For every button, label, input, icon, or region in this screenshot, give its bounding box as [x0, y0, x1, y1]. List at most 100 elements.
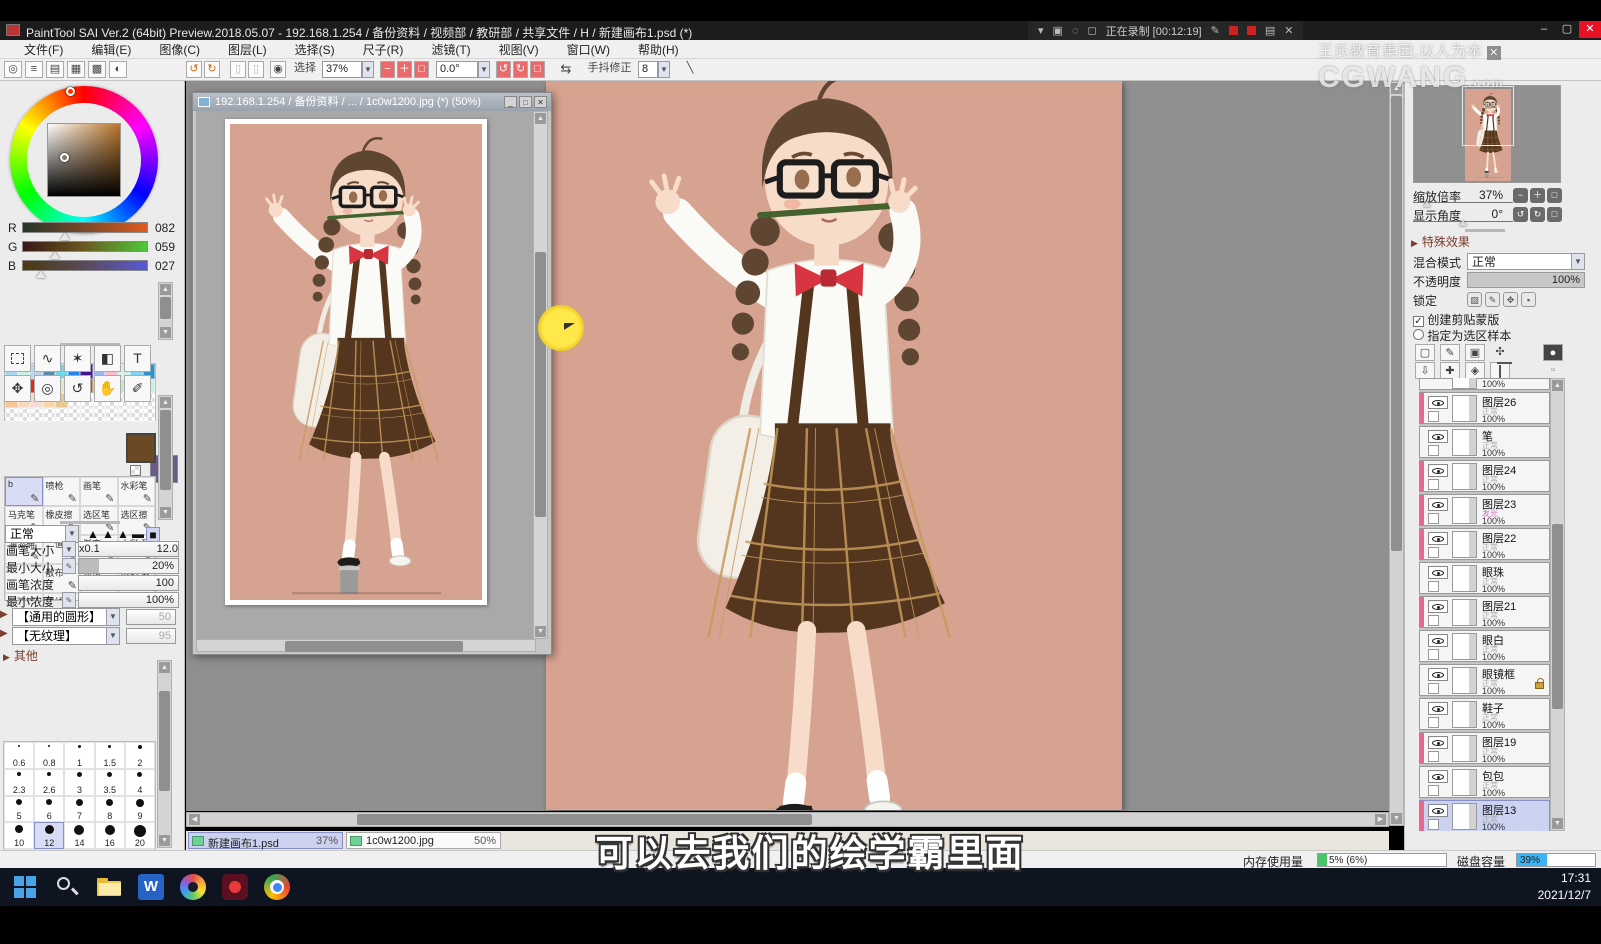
size-0.8[interactable]: 0.8: [34, 742, 65, 769]
brush-texture-dropdown[interactable]: 【无纹理】 ▼: [12, 627, 120, 645]
angle-dropdown-icon[interactable]: ▼: [478, 61, 490, 78]
canvas-scroll-left-icon[interactable]: ◀: [189, 814, 200, 825]
b-marker[interactable]: [36, 271, 46, 278]
layer-visibility-icon[interactable]: [1428, 396, 1448, 409]
texture-expander-icon[interactable]: ▶: [0, 628, 8, 639]
navigator-preview[interactable]: [1413, 85, 1561, 183]
rec-pause-icon[interactable]: [1228, 26, 1238, 35]
file-explorer-button[interactable]: [96, 874, 122, 900]
brush-喷枪[interactable]: 喷枪 ✎: [42, 477, 80, 506]
layer-scroll-down-icon[interactable]: ▼: [1552, 818, 1563, 829]
menu-item-3[interactable]: 图层(L): [214, 41, 281, 58]
sv-marker[interactable]: [60, 153, 69, 162]
zoom-dropdown-icon[interactable]: ▼: [362, 61, 374, 78]
selection-sample-radio-icon[interactable]: [1413, 329, 1424, 340]
layer-visibility-icon[interactable]: [1428, 532, 1448, 545]
swatch-47[interactable]: [142, 407, 155, 422]
brush-scrollbar[interactable]: ▲ ▼: [158, 395, 173, 520]
layer-item-图层26[interactable]: 图层26 正常 100%: [1419, 392, 1550, 424]
restore-button[interactable]: ▢: [1556, 21, 1578, 38]
menu-item-1[interactable]: 编辑(E): [77, 41, 145, 58]
undo-button[interactable]: ↺: [186, 61, 202, 78]
swatch-38[interactable]: [30, 407, 43, 422]
layer-checkbox[interactable]: [1428, 479, 1439, 490]
size-scroll-thumb[interactable]: [159, 691, 170, 791]
rec-stop-icon[interactable]: [1246, 26, 1256, 35]
size-8[interactable]: 8: [94, 795, 125, 823]
size-12[interactable]: 12: [34, 822, 65, 850]
brush-scroll-thumb[interactable]: [160, 410, 171, 490]
nav-zoom-in-icon[interactable]: ＋: [1530, 188, 1545, 203]
layer-visibility-icon[interactable]: [1428, 668, 1448, 681]
blend-mode-arrow-icon[interactable]: ▼: [1571, 254, 1584, 269]
float-maximize-button[interactable]: □: [519, 96, 532, 108]
nav-rotate-reset-icon[interactable]: □: [1547, 207, 1562, 222]
swatch-scroll-up-icon[interactable]: ▲: [160, 284, 171, 295]
delete-layer-button[interactable]: [1490, 362, 1510, 379]
nav-zoom-out-icon[interactable]: −: [1513, 188, 1528, 203]
search-button[interactable]: [54, 874, 80, 900]
swatch-scrollbar[interactable]: ▲ ▼: [158, 282, 173, 340]
float-vscrollbar[interactable]: ▲ ▼: [533, 111, 548, 639]
size-scroll-up-icon[interactable]: ▲: [159, 662, 170, 673]
b-slider[interactable]: [22, 260, 148, 271]
minimize-button[interactable]: –: [1533, 21, 1555, 38]
size-16[interactable]: 16: [94, 822, 125, 850]
layer-visibility-icon[interactable]: [1428, 464, 1448, 477]
saturation-square[interactable]: [47, 123, 121, 197]
flip-icon[interactable]: ⇆: [556, 61, 576, 78]
layer-visibility-icon[interactable]: [1428, 430, 1448, 443]
swatch-39[interactable]: [42, 407, 55, 422]
transform-button[interactable]: ✣: [1490, 344, 1510, 361]
menu-item-6[interactable]: 滤镜(T): [417, 41, 484, 58]
float-scroll-down-icon[interactable]: ▼: [535, 626, 546, 637]
eyedropper-tool[interactable]: ✐: [124, 375, 151, 402]
merge-down-button[interactable]: ✚: [1440, 362, 1460, 379]
layer-checkbox[interactable]: [1428, 615, 1439, 626]
layer-scroll-up-icon[interactable]: ▲: [1552, 380, 1563, 391]
layer-checkbox[interactable]: [1428, 649, 1439, 660]
swatch-scroll-down-icon[interactable]: ▼: [160, 327, 171, 338]
menu-item-8[interactable]: 窗口(W): [553, 41, 624, 58]
selection-visibility-icon[interactable]: ◉: [270, 61, 286, 78]
hue-marker[interactable]: [66, 87, 75, 96]
rotate-ccw-button[interactable]: ↺: [496, 61, 511, 78]
transparent-color-swatch[interactable]: [130, 465, 141, 476]
rotate-tool[interactable]: ↺: [64, 375, 91, 402]
swatch-44[interactable]: [105, 407, 118, 422]
transfer-down-button[interactable]: ⇩: [1415, 362, 1435, 379]
taskbar-clock[interactable]: 17:31 2021/12/7: [1538, 870, 1591, 904]
layer-visibility-icon[interactable]: [1428, 736, 1448, 749]
hand-tool[interactable]: ✋: [94, 375, 121, 402]
min-density-bar[interactable]: 100%: [78, 592, 179, 608]
shape-select-tool[interactable]: ◧: [94, 345, 121, 372]
layer-visibility-icon[interactable]: [1428, 770, 1448, 783]
other-panel-toggle[interactable]: ◐: [109, 61, 127, 78]
cut-button[interactable]: ▯: [230, 61, 246, 78]
float-vscroll-thumb[interactable]: [535, 252, 546, 517]
size-0.6[interactable]: 0.6: [4, 742, 35, 769]
brush-shape-2-icon[interactable]: ▲: [101, 527, 115, 542]
brush-shape-hard-icon[interactable]: ■: [146, 527, 160, 542]
size-1.5[interactable]: 1.5: [94, 742, 125, 769]
swatch-toggle[interactable]: ▦: [67, 61, 85, 78]
lock-all-icon[interactable]: ▪: [1521, 292, 1536, 307]
brush-blend-arrow-icon[interactable]: ▼: [65, 526, 78, 542]
navigator-view-rect[interactable]: [1462, 86, 1514, 146]
rec-zoom-icon[interactable]: ◌: [1072, 25, 1079, 37]
float-page[interactable]: [225, 119, 487, 605]
layer-item-图层21[interactable]: 图层21 正常 100%: [1419, 596, 1550, 628]
brush-b[interactable]: b ✎: [5, 477, 43, 506]
swatch-36[interactable]: [5, 407, 18, 422]
layer-item-图层13[interactable]: 图层13 正常 100%: [1419, 800, 1550, 831]
layer-visibility-icon[interactable]: [1428, 634, 1448, 647]
layer-checkbox[interactable]: [1428, 785, 1439, 796]
doc-tab-新建画布1.psd[interactable]: 新建画布1.psd 37%: [188, 832, 343, 850]
swatch-40[interactable]: [55, 407, 68, 422]
recorder-app-button[interactable]: [222, 874, 248, 900]
foreground-color-swatch[interactable]: [126, 433, 156, 463]
layer-item-鞋子[interactable]: 鞋子 正常 100%: [1419, 698, 1550, 730]
layer-checkbox[interactable]: [1428, 445, 1439, 456]
layer-checkbox[interactable]: [1428, 411, 1439, 422]
menu-item-2[interactable]: 图像(C): [145, 41, 214, 58]
